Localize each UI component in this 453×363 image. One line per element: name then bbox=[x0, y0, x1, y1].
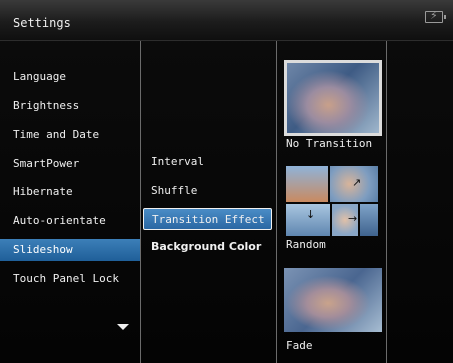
submenu-item-shuffle[interactable]: Shuffle bbox=[151, 180, 197, 202]
menu-item-touch-panel-lock[interactable]: Touch Panel Lock bbox=[0, 268, 140, 290]
battery-icon: ⚡ bbox=[425, 10, 446, 23]
submenu-item-interval[interactable]: Interval bbox=[151, 151, 204, 173]
menu-item-smartpower[interactable]: SmartPower bbox=[0, 153, 140, 175]
settings-screen: Settings ⚡ Language Brightness Time and … bbox=[0, 0, 453, 363]
random-thumbnail[interactable]: ↗ ↓ → bbox=[286, 166, 378, 236]
menu-item-brightness[interactable]: Brightness bbox=[0, 95, 140, 117]
fade-thumbnail[interactable] bbox=[284, 268, 382, 332]
scroll-down-arrow-icon[interactable] bbox=[117, 324, 129, 330]
menu-item-hibernate[interactable]: Hibernate bbox=[0, 181, 140, 203]
no-transition-thumbnail[interactable] bbox=[284, 60, 382, 136]
column-divider bbox=[276, 41, 277, 363]
submenu-item-transition-effect[interactable]: Transition Effect bbox=[143, 208, 272, 230]
title-bar: Settings ⚡ bbox=[0, 0, 453, 41]
arrow-icon: → bbox=[348, 212, 358, 225]
random-label: Random bbox=[286, 238, 326, 251]
menu-item-auto-orientate[interactable]: Auto-orientate bbox=[0, 210, 140, 232]
page-title: Settings bbox=[13, 16, 71, 30]
submenu-item-background-color[interactable]: Background Color bbox=[151, 236, 261, 258]
no-transition-label: No Transition bbox=[286, 137, 373, 150]
arrow-icon: ↓ bbox=[306, 208, 316, 221]
menu-item-time-and-date[interactable]: Time and Date bbox=[0, 124, 140, 146]
column-divider bbox=[386, 41, 387, 363]
column-divider bbox=[140, 41, 141, 363]
menu-item-slideshow[interactable]: Slideshow bbox=[0, 239, 140, 261]
arrow-icon: ↗ bbox=[352, 176, 362, 189]
fade-label: Fade bbox=[286, 339, 313, 352]
menu-item-language[interactable]: Language bbox=[0, 66, 140, 88]
